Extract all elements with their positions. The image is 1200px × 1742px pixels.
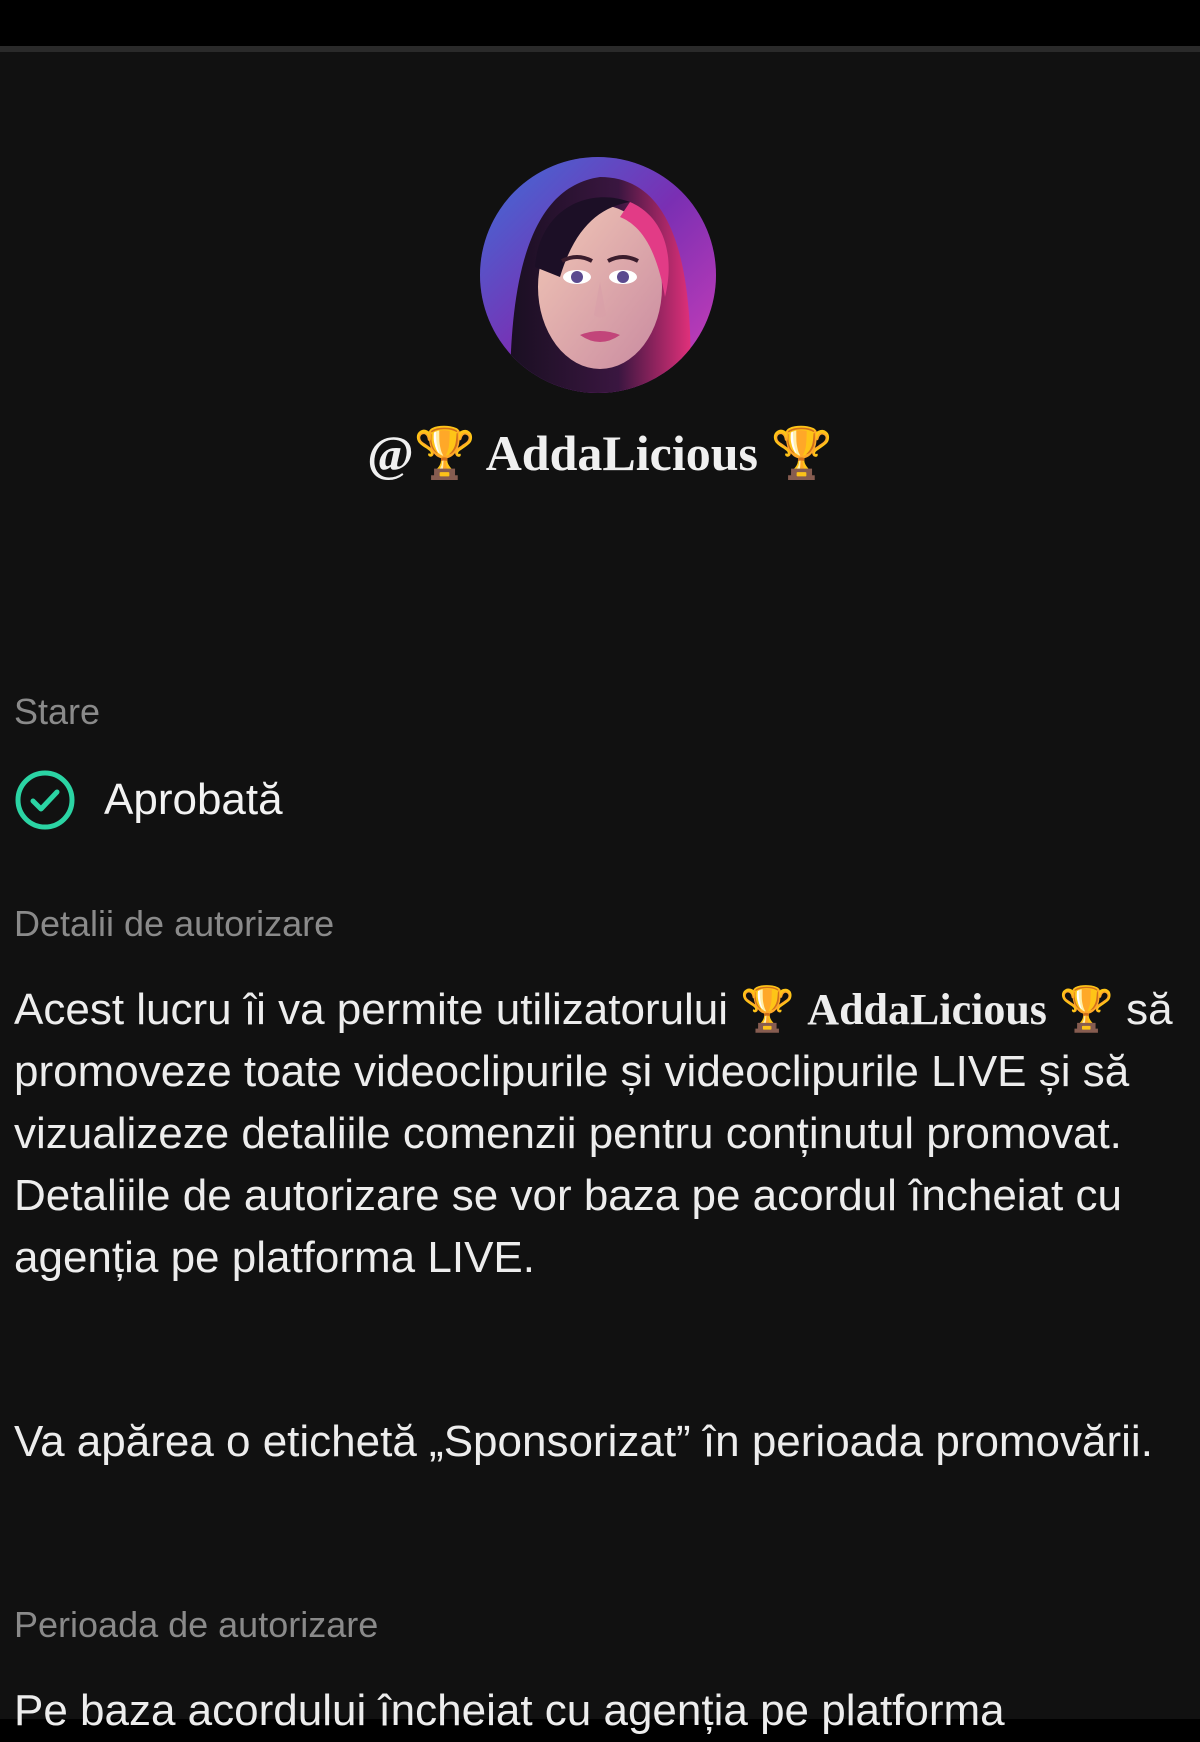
sponsored-note: Va apărea o etichetă „Sponsorizat” în pe…	[14, 1417, 1153, 1466]
details-text-before: Acest lucru îi va permite utilizatorului…	[14, 985, 808, 1034]
authorization-details-text: Acest lucru îi va permite utilizatorului…	[14, 979, 1174, 1289]
authorization-details-label: Detalii de autorizare	[14, 903, 335, 944]
status-label: Stare	[14, 691, 101, 732]
avatar	[480, 157, 716, 393]
top-bar	[0, 0, 1200, 46]
authorization-period-text: Pe baza acordului încheiat cu agenția pe…	[14, 1686, 1005, 1735]
authorization-period-label: Perioada de autorizare	[14, 1604, 379, 1645]
status-value: Aprobată	[104, 775, 283, 824]
status-row: Aprobată	[14, 768, 283, 832]
check-circle-icon	[15, 770, 75, 830]
username-suffix: 🏆	[758, 425, 833, 481]
details-name: AddaLicious	[807, 985, 1047, 1034]
avatar-image	[480, 157, 716, 393]
profile-username: @🏆 AddaLicious 🏆	[0, 418, 1200, 488]
username-prefix: @🏆	[367, 425, 486, 481]
username-name: AddaLicious	[485, 425, 759, 481]
